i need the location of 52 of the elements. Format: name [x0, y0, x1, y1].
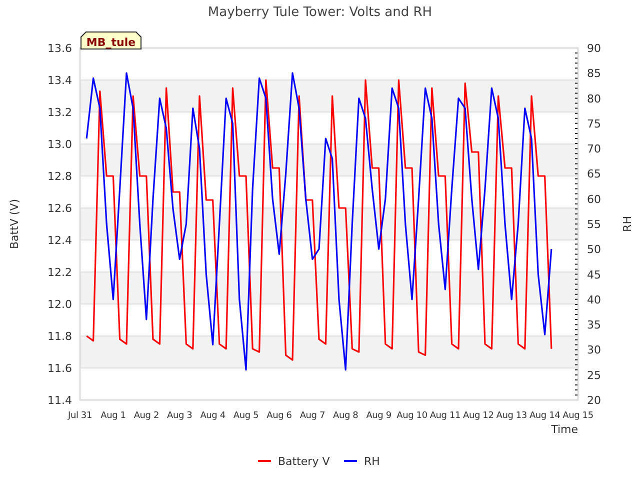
x-tick-label: Aug 13 — [496, 411, 527, 421]
legend-label: RH — [364, 455, 380, 468]
x-tick-label: Aug 3 — [167, 411, 192, 421]
x-tick-label: Aug 4 — [200, 411, 226, 421]
x-tick-label: Aug 8 — [333, 411, 358, 421]
y2-tick-label: 80 — [587, 92, 601, 106]
x-tick-label: Aug 9 — [366, 411, 392, 421]
x-tick-label: Jul 31 — [68, 411, 92, 421]
y-tick-label: 13.4 — [48, 74, 72, 87]
x-tick-label: Aug 7 — [300, 411, 325, 421]
y-tick-label: 12.8 — [48, 170, 72, 183]
x-tick-label: Aug 14 — [529, 411, 560, 421]
y-tick-label: 13.6 — [48, 42, 72, 55]
x-tick-label: Aug 11 — [430, 411, 461, 421]
y-axis-label: BattV (V) — [8, 198, 21, 250]
y2-tick-label: 30 — [587, 344, 601, 357]
x-tick-label: Aug 5 — [233, 411, 259, 421]
y-tick-label: 11.8 — [48, 330, 72, 343]
y2-tick-label: 25 — [587, 368, 601, 382]
legend-item: Battery V — [258, 455, 330, 468]
y2-tick-label: 55 — [587, 218, 601, 231]
y2-tick-label: 40 — [587, 293, 601, 306]
y2-axis-label: RH — [621, 216, 634, 232]
x-tick-label: Aug 12 — [463, 411, 494, 421]
y2-tick-label: 85 — [587, 67, 601, 80]
y-tick-label: 12.0 — [48, 298, 72, 311]
y2-tick-label: 75 — [587, 117, 601, 130]
y2-tick-label: 90 — [587, 42, 601, 55]
y-tick-label: 13.0 — [48, 138, 72, 151]
x-tick-label: Aug 6 — [266, 411, 292, 421]
y-tick-label: 12.6 — [48, 202, 72, 215]
y2-tick-label: 70 — [587, 142, 601, 156]
site-label: MB_tule — [80, 32, 142, 50]
y2-tick-label: 60 — [587, 192, 601, 206]
legend-item: RH — [344, 455, 380, 468]
legend-label: Battery V — [278, 455, 330, 468]
y2-tick-label: 45 — [587, 268, 601, 282]
y-tick-label: 11.6 — [48, 362, 72, 375]
x-tick-label: Aug 2 — [134, 411, 159, 421]
y-tick-label: 11.4 — [48, 394, 72, 407]
x-tick-label: Aug 15 — [562, 411, 594, 421]
x-axis-label: Time — [551, 423, 578, 436]
y-tick-label: 12.2 — [48, 266, 72, 279]
x-tick-label: Aug 10 — [396, 411, 428, 421]
y2-tick-label: 65 — [587, 168, 601, 181]
x-tick-label: Aug 1 — [100, 411, 126, 421]
y-tick-label: 12.4 — [48, 234, 72, 247]
y-tick-label: 13.2 — [48, 106, 72, 119]
y2-tick-label: 20 — [587, 394, 601, 407]
y2-tick-label: 50 — [587, 243, 601, 256]
chart-title: Mayberry Tule Tower: Volts and RH — [208, 5, 432, 20]
y2-tick-label: 35 — [587, 318, 601, 332]
